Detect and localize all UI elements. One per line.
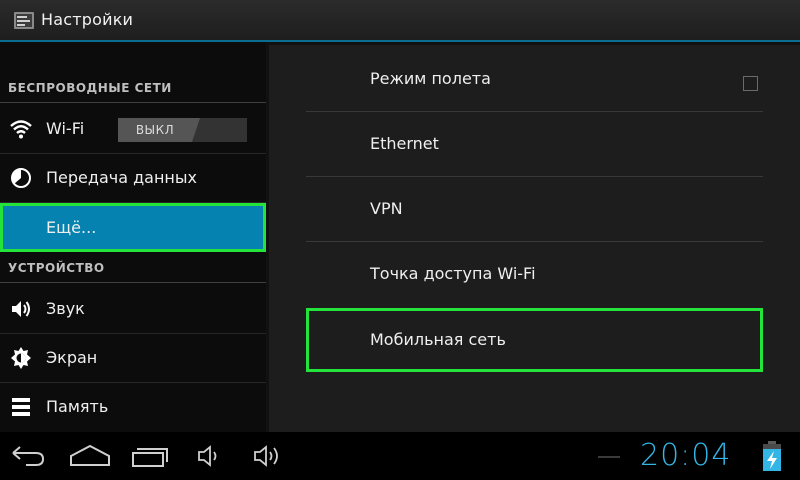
sidebar-item-data-usage[interactable]: Передача данных	[0, 154, 266, 202]
sidebar-item-label: Передача данных	[46, 168, 197, 187]
page-title: Настройки	[41, 10, 134, 29]
sidebar-item-display[interactable]: Экран	[0, 334, 266, 382]
sidebar-item-more[interactable]: Ещё...	[0, 203, 266, 252]
settings-app-icon[interactable]	[13, 9, 35, 31]
list-item-wifi-hotspot[interactable]: Точка доступа Wi-Fi	[306, 242, 763, 306]
airplane-mode-label: Режим полета	[370, 69, 491, 88]
detail-panel: Режим полета Ethernet VPN Точка доступа …	[269, 45, 800, 432]
status-indicator	[598, 456, 620, 458]
section-divider	[0, 282, 266, 283]
action-bar: Настройки	[0, 0, 800, 42]
airplane-mode-checkbox[interactable]	[743, 76, 758, 91]
sidebar-item-wifi[interactable]: Wi-Fi ВЫКЛ	[0, 105, 266, 153]
detail-pane: Режим полета Ethernet VPN Точка доступа …	[266, 42, 800, 432]
settings-sidebar: БЕСПРОВОДНЫЕ СЕТИ Wi-Fi ВЫКЛ Передача да…	[0, 42, 266, 432]
vpn-label: VPN	[370, 199, 403, 218]
volume-up-icon[interactable]	[252, 442, 286, 470]
wifi-icon	[10, 120, 32, 139]
volume-down-icon[interactable]	[196, 442, 224, 470]
sidebar-item-storage[interactable]: Память	[0, 383, 266, 431]
sidebar-item-sound[interactable]: Звук	[0, 285, 266, 333]
section-header-device: УСТРОЙСТВО	[8, 261, 105, 275]
battery-charging-icon[interactable]	[761, 440, 783, 472]
speaker-icon	[12, 301, 30, 317]
recent-apps-icon[interactable]	[130, 442, 170, 470]
section-header-wireless: БЕСПРОВОДНЫЕ СЕТИ	[8, 81, 172, 95]
clock[interactable]: 20:04	[640, 438, 731, 473]
wifi-hotspot-label: Точка доступа Wi-Fi	[370, 264, 536, 283]
navigation-bar: 20:04	[0, 432, 800, 480]
ethernet-label: Ethernet	[370, 134, 439, 153]
sidebar-item-label: Память	[46, 397, 109, 416]
wifi-toggle[interactable]: ВЫКЛ	[118, 118, 247, 142]
brightness-icon	[11, 347, 31, 369]
back-icon[interactable]	[10, 442, 48, 470]
list-item-vpn[interactable]: VPN	[306, 177, 763, 241]
list-item-airplane-mode[interactable]: Режим полета	[306, 47, 763, 111]
mobile-network-label: Мобильная сеть	[370, 330, 506, 349]
sidebar-item-label: Wi-Fi	[46, 119, 85, 138]
sidebar-item-label: Звук	[46, 299, 85, 318]
section-divider	[0, 102, 266, 103]
list-item-ethernet[interactable]: Ethernet	[306, 112, 763, 176]
sidebar-item-label: Экран	[46, 348, 98, 367]
list-item-mobile-network[interactable]: Мобильная сеть	[306, 308, 763, 372]
wifi-toggle-edge	[192, 118, 200, 142]
home-icon[interactable]	[68, 442, 112, 470]
storage-icon	[12, 398, 30, 416]
data-usage-icon	[11, 168, 31, 188]
wifi-toggle-off-label: ВЫКЛ	[118, 118, 192, 142]
sidebar-item-label: Ещё...	[46, 218, 97, 237]
